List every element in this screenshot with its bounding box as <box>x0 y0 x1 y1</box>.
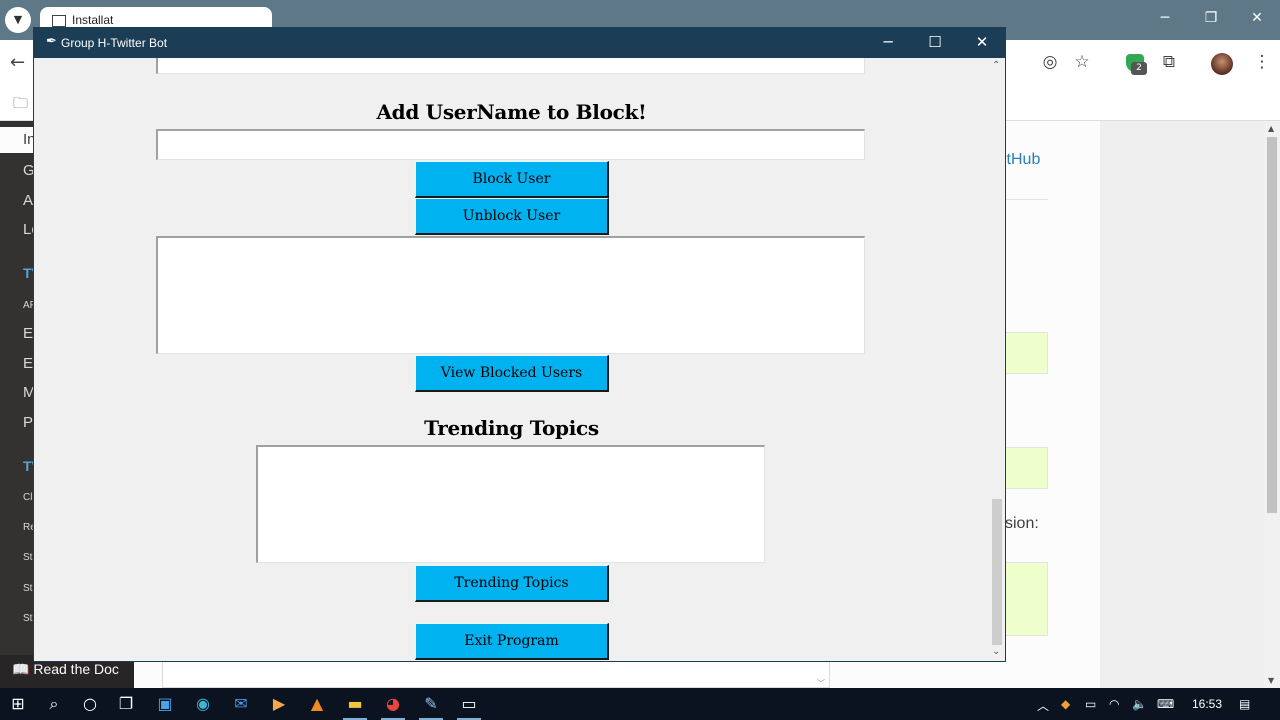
edge-icon[interactable]: ◉ <box>191 694 215 714</box>
eye-off-icon[interactable]: ◎ <box>1038 52 1062 72</box>
block-heading: Add UserName to Block! <box>376 100 647 124</box>
folder-icon[interactable]: 🗀 <box>13 93 28 118</box>
content-divider <box>1006 199 1048 200</box>
sidebar-item[interactable]: St <box>23 552 32 563</box>
terminal-icon[interactable]: ▭ <box>457 694 481 714</box>
search-icon[interactable]: ⌕ <box>42 694 66 714</box>
trending-heading: Trending Topics <box>424 416 599 440</box>
code-block <box>1006 332 1048 374</box>
window-titlebar[interactable]: ✒ Group H-Twitter Bot ─ ☐ ✕ <box>34 28 1005 58</box>
task-view-icon[interactable]: ❐ <box>114 694 138 714</box>
notification-icon[interactable]: ▤ <box>1239 697 1250 711</box>
previous-output-box[interactable] <box>156 58 865 74</box>
twitter-bot-window: ✒ Group H-Twitter Bot ─ ☐ ✕ Add UserName… <box>33 27 1006 662</box>
store-icon[interactable]: ▣ <box>153 694 177 714</box>
tk-feather-icon: ✒ <box>46 34 57 49</box>
maximize-icon[interactable]: ☐ <box>912 33 958 51</box>
blocked-users-output[interactable] <box>156 236 865 354</box>
browser-close-icon[interactable]: ✕ <box>1234 10 1280 26</box>
mail-icon[interactable]: ✉ <box>229 694 253 714</box>
menu-kebab-icon[interactable]: ⋮ <box>1250 52 1274 72</box>
file-explorer-icon[interactable]: ▬ <box>343 694 367 714</box>
windows-start-icon[interactable]: ⊞ <box>6 694 30 714</box>
window-title: Group H-Twitter Bot <box>61 36 168 50</box>
docs-gutter <box>1100 121 1264 688</box>
window-content: Add UserName to Block! Block User Unbloc… <box>34 58 989 661</box>
wifi-icon[interactable]: ◠ <box>1109 697 1119 711</box>
extension-badge-count: 2 <box>1131 62 1147 75</box>
profile-avatar[interactable] <box>1211 53 1233 75</box>
bookmark-star-icon[interactable]: ☆ <box>1070 52 1094 72</box>
sidebar-item[interactable]: E <box>23 355 33 372</box>
browser-scrollbar[interactable]: ▲ ▼ <box>1264 121 1280 688</box>
doc-favicon-icon <box>52 15 66 27</box>
sidebar-item[interactable]: Cl <box>23 492 32 503</box>
scroll-thumb[interactable] <box>1267 137 1277 513</box>
tray-chevron-up-icon[interactable]: ︿ <box>1037 697 1049 714</box>
scroll-down-arrow-icon[interactable]: ▼ <box>1268 676 1274 685</box>
back-arrow-icon[interactable]: ← <box>10 52 25 73</box>
tab-search-icon[interactable]: ▼ <box>5 7 31 33</box>
minimize-icon[interactable]: ─ <box>865 33 911 51</box>
volume-icon[interactable]: 🔈 <box>1132 697 1147 711</box>
github-link[interactable]: itHub <box>1003 151 1040 169</box>
scroll-down-arrow-icon[interactable]: ⌄ <box>992 646 1000 657</box>
content-box: ﹀ <box>162 660 830 688</box>
sidebar-item[interactable]: P <box>23 414 33 431</box>
battery-icon[interactable]: ▭ <box>1085 697 1096 711</box>
exit-program-button[interactable]: Exit Program <box>415 623 609 660</box>
username-input[interactable] <box>156 129 865 160</box>
vlc-icon[interactable]: ▲ <box>305 694 329 714</box>
trending-topics-button[interactable]: Trending Topics <box>415 565 609 602</box>
chrome-icon[interactable]: ◕ <box>381 694 405 714</box>
extensions-puzzle-icon[interactable]: ⧉ <box>1157 52 1181 72</box>
sidebar-item[interactable]: A <box>23 192 33 209</box>
block-user-button[interactable]: Block User <box>415 161 609 198</box>
clock-time[interactable]: 16:53 <box>1192 697 1222 711</box>
content-text: sion: <box>1005 515 1039 532</box>
book-icon: 📖 <box>12 661 30 677</box>
trending-output[interactable] <box>256 445 765 563</box>
close-icon[interactable]: ✕ <box>959 33 1005 51</box>
footer-label: Read the Doc <box>33 661 119 677</box>
browser-restore-icon[interactable]: ❐ <box>1188 10 1234 26</box>
browser-minimize-icon[interactable]: ─ <box>1142 10 1188 26</box>
unblock-user-button[interactable]: Unblock User <box>415 198 609 235</box>
view-blocked-users-button[interactable]: View Blocked Users <box>415 355 609 392</box>
sidebar-item[interactable]: St <box>23 583 32 594</box>
code-block <box>1006 562 1048 636</box>
sidebar-item[interactable]: St <box>23 613 32 624</box>
scroll-up-arrow-icon[interactable]: ▲ <box>1268 124 1274 133</box>
browser-tab-title: Installat <box>72 13 114 27</box>
window-scrollbar[interactable]: ⌃ ⌄ <box>989 58 1005 661</box>
scroll-up-arrow-icon[interactable]: ⌃ <box>992 60 1000 71</box>
code-block <box>1006 447 1048 489</box>
tray-app-icon[interactable]: ◆ <box>1061 697 1070 711</box>
extension-shield-icon[interactable]: 2 <box>1126 54 1148 75</box>
sidebar-item[interactable]: E <box>23 325 33 342</box>
media-player-icon[interactable]: ▶ <box>267 694 291 714</box>
keyboard-icon[interactable]: ⌨ <box>1157 697 1174 711</box>
python-app-icon[interactable]: ✎ <box>419 694 443 714</box>
scroll-thumb[interactable] <box>992 499 1002 645</box>
cortana-circle-icon[interactable]: ○ <box>78 694 102 714</box>
windows-taskbar: ⊞ ⌕ ○ ❐ ▣ ◉ ✉ ▶ ▲ ▬ ◕ ✎ ▭ ︿ ◆ ▭ ◠ 🔈 ⌨ 16… <box>0 688 1280 720</box>
